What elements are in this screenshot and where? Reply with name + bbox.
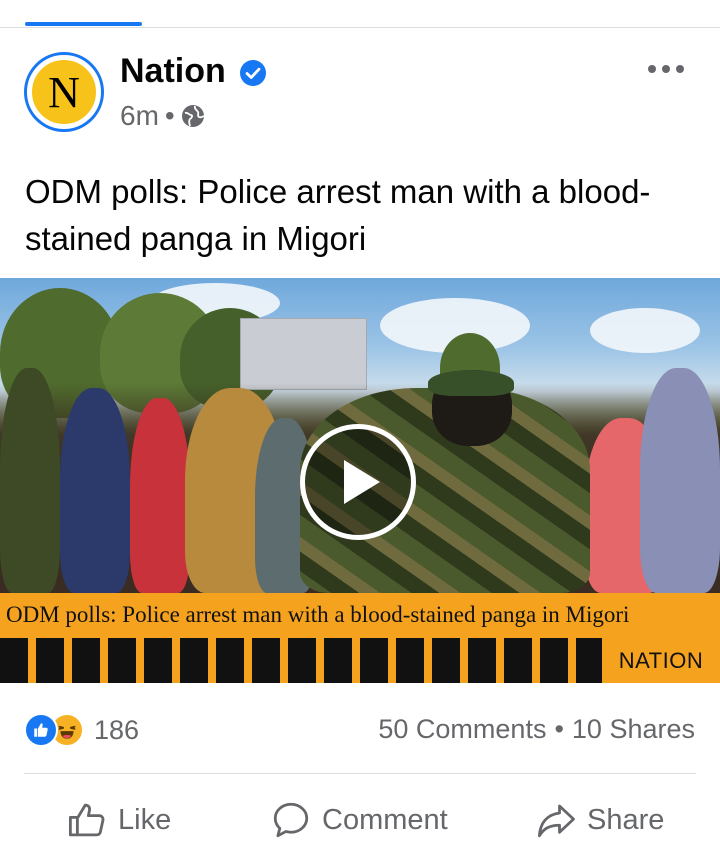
share-icon [537,804,575,838]
share-label: Share [587,803,665,836]
verified-badge-icon [240,60,266,86]
building [240,318,367,390]
stats-separator: • [554,714,564,744]
play-triangle [344,460,380,504]
engagement-stats: 50 Comments • 10 Shares [378,714,695,745]
more-options-button[interactable] [648,62,688,76]
person [0,368,60,593]
post-actions: Like Comment Share [0,794,720,846]
share-button[interactable]: Share [535,794,664,846]
page-name[interactable]: Nation [120,52,226,91]
person [130,398,190,593]
person [640,368,720,593]
cloud [590,308,700,353]
meta-separator: • [164,100,175,131]
comments-count[interactable]: 50 Comments [378,714,546,744]
page-avatar[interactable]: N [24,52,104,132]
video-caption: ODM polls: Police arrest man with a bloo… [6,602,630,627]
avatar-letter: N [30,58,98,126]
comment-icon [273,802,309,838]
globe-icon [181,105,205,127]
comment-label: Comment [322,803,448,836]
shares-count[interactable]: 10 Shares [572,714,695,744]
beret [428,370,514,396]
top-bar [0,0,720,28]
thumbs-up-icon [68,803,105,837]
person [60,388,130,593]
divider [0,27,720,28]
reaction-count: 186 [94,714,140,745]
like-button[interactable]: Like [66,794,171,846]
comment-button[interactable]: Comment [270,794,448,846]
post-text: ODM polls: Police arrest man with a bloo… [25,173,651,257]
reactions-summary[interactable]: 186 [24,712,139,748]
nation-logo: NATION [602,638,720,683]
post-time[interactable]: 6m [120,100,159,132]
video-caption-bar: ODM polls: Police arrest man with a bloo… [0,593,720,638]
post-header: N Nation 6m • [0,40,720,140]
like-label: Like [118,803,172,836]
active-tab-indicator [25,22,142,26]
video-thumbnail[interactable]: ODM polls: Police arrest man with a bloo… [0,278,720,683]
more-dot [662,65,670,73]
post-meta: 6m • [120,100,205,132]
play-icon[interactable] [300,424,416,540]
like-icon [24,713,58,747]
more-dot [676,65,684,73]
video-still [0,278,720,593]
more-dot [648,65,656,73]
divider [24,773,696,774]
thumbs-up-icon [34,723,48,737]
